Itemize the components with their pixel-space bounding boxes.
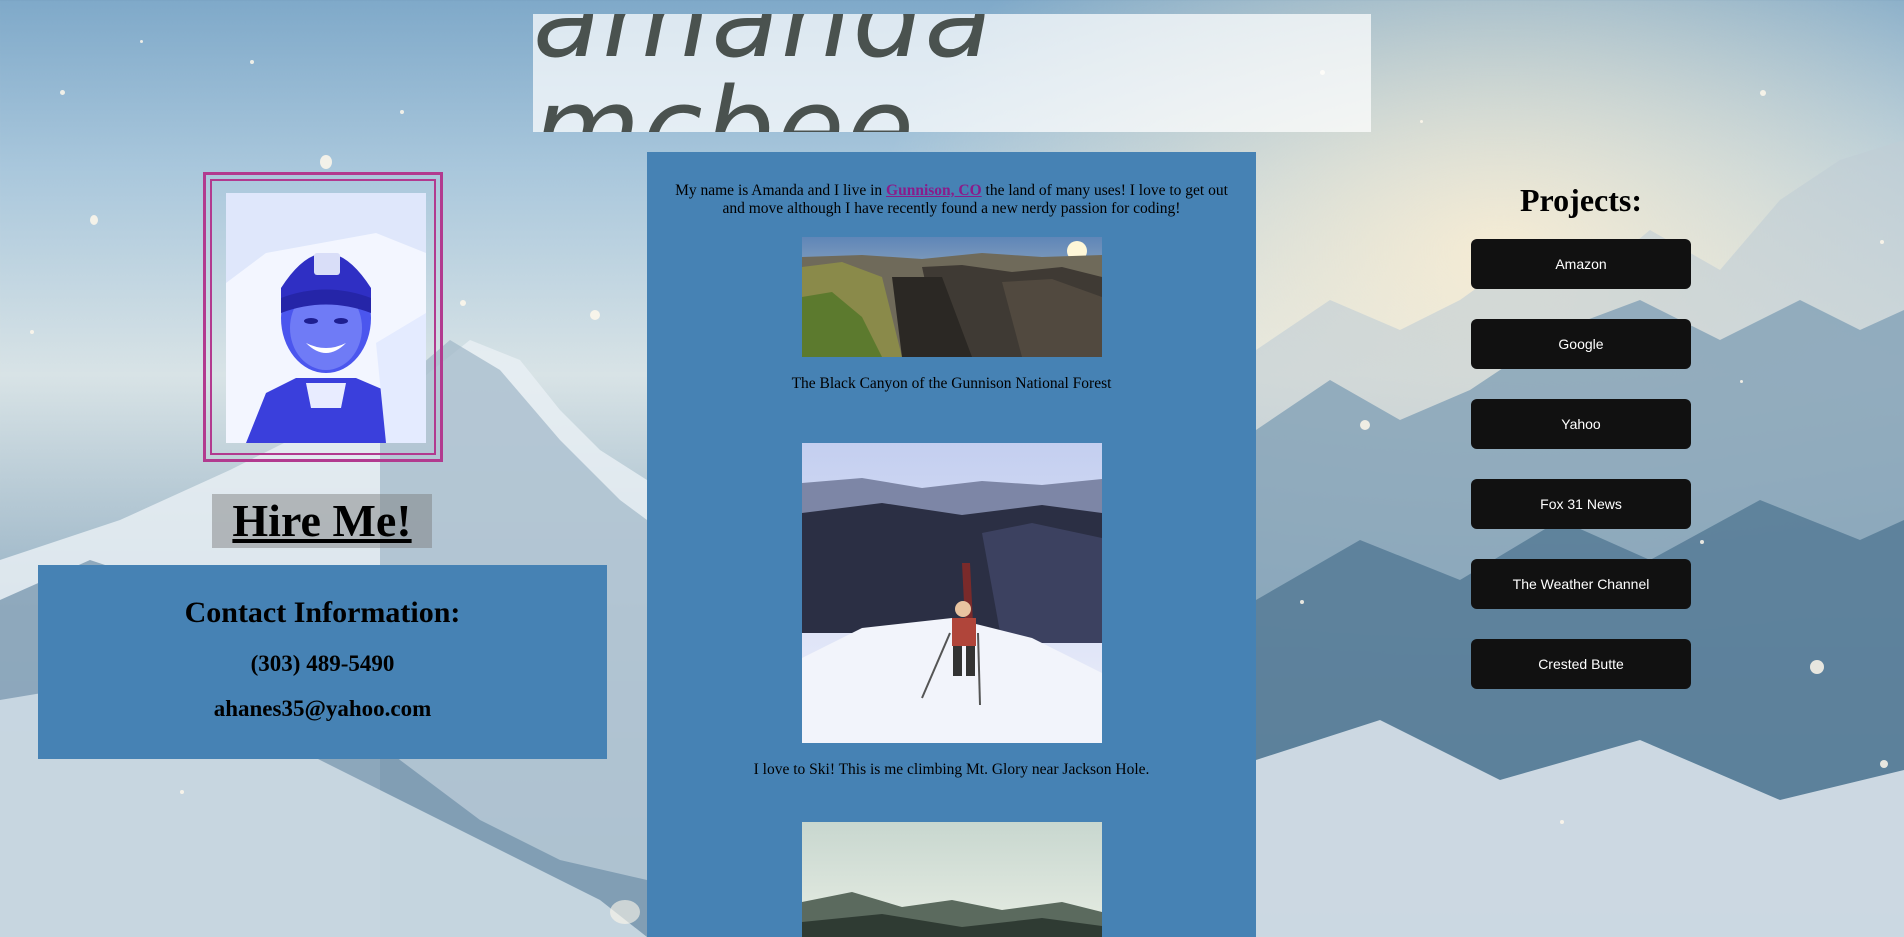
intro-text-before: My name is Amanda and I live in <box>675 182 887 199</box>
project-button-crested-butte[interactable]: Crested Butte <box>1471 639 1691 689</box>
contact-email: ahanes35@yahoo.com <box>213 696 432 721</box>
gunnison-link[interactable]: Gunnison, CO <box>886 182 982 199</box>
profile-photo-frame <box>203 172 443 462</box>
landscape-photo <box>801 822 1102 937</box>
hire-me-link[interactable]: Hire Me! <box>212 494 432 548</box>
projects-title: Projects: <box>1520 182 1642 218</box>
contact-panel: Contact Information: (303) 489-5490 ahan… <box>38 565 607 759</box>
contact-phone: (303) 489-5490 <box>250 651 395 676</box>
project-button-google[interactable]: Google <box>1471 319 1691 369</box>
ski-climbing-photo <box>801 443 1102 743</box>
site-title: amanda mcbee <box>533 14 1371 132</box>
project-button-amazon[interactable]: Amazon <box>1471 239 1691 289</box>
project-button-yahoo[interactable]: Yahoo <box>1471 399 1691 449</box>
gallery-caption-1: The Black Canyon of the Gunnison Nationa… <box>791 375 1112 392</box>
projects-panel: Projects: Amazon Google Yahoo Fox 31 New… <box>1471 182 1691 719</box>
profile-photo <box>226 193 426 443</box>
black-canyon-photo <box>801 237 1102 357</box>
project-button-weather-channel[interactable]: The Weather Channel <box>1471 559 1691 609</box>
intro-text: My name is Amanda and I live in Gunnison… <box>647 152 1256 218</box>
project-button-fox31[interactable]: Fox 31 News <box>1471 479 1691 529</box>
contact-title: Contact Information: <box>184 596 461 629</box>
gallery-caption-2: I love to Ski! This is me climbing Mt. G… <box>753 761 1150 778</box>
about-panel: My name is Amanda and I live in Gunnison… <box>647 152 1256 937</box>
